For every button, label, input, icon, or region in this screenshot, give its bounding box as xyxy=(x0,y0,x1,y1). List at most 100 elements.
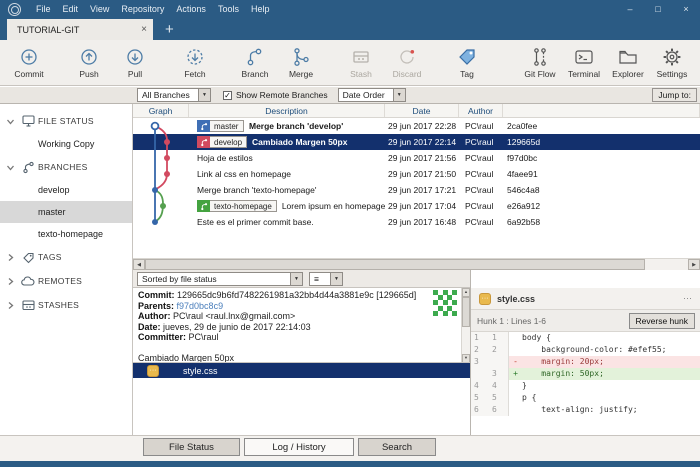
commit-row[interactable]: texto-homepageLorem ipsum en homepage29 … xyxy=(133,198,700,214)
reverse-hunk-button[interactable]: Reverse hunk xyxy=(629,313,695,329)
jump-to-button[interactable]: Jump to: xyxy=(652,88,697,102)
commit-info-scrollbar[interactable]: ▲ ▼ xyxy=(461,288,470,363)
diff-line: 55p { xyxy=(471,392,700,404)
stash-label: Stash xyxy=(350,69,372,79)
commit-row[interactable]: developCambiado Margen 50px29 jun 2017 2… xyxy=(133,134,700,150)
commit-button[interactable]: Commit xyxy=(6,46,52,79)
parents-label: Parents: xyxy=(138,301,174,311)
chevron-down-icon[interactable] xyxy=(6,163,20,172)
column-header-date[interactable]: Date xyxy=(385,104,459,117)
commit-message-text: Este es el primer commit base. xyxy=(197,217,314,227)
settings-button[interactable]: Settings xyxy=(650,46,694,79)
commit-row[interactable]: Este es el primer commit base.29 jun 201… xyxy=(133,214,700,230)
menu-view[interactable]: View xyxy=(84,4,115,14)
commit-row[interactable]: masterMerge branch 'develop'29 jun 2017 … xyxy=(133,118,700,134)
tab-file-status[interactable]: File Status xyxy=(143,438,240,456)
menu-file[interactable]: File xyxy=(30,4,57,14)
main-toolbar: CommitPushPullFetchBranchMergeStashDisca… xyxy=(0,40,700,86)
menu-tools[interactable]: Tools xyxy=(212,4,245,14)
menu-edit[interactable]: Edit xyxy=(57,4,85,14)
fetch-label: Fetch xyxy=(184,69,205,79)
branch-icon xyxy=(244,46,266,68)
git-flow-button[interactable]: Git Flow xyxy=(518,46,562,79)
diff-code: text-align: justify; xyxy=(522,404,638,416)
diff-marker: - xyxy=(509,356,522,368)
menu-actions[interactable]: Actions xyxy=(170,4,212,14)
diff-line: 3- margin: 20px; xyxy=(471,356,700,368)
tab-log-history[interactable]: Log / History xyxy=(244,438,354,456)
sidebar-section-tags[interactable]: TAGS xyxy=(0,245,132,269)
sidebar-section-file-status[interactable]: FILE STATUS xyxy=(0,109,132,133)
menu-help[interactable]: Help xyxy=(245,4,276,14)
commit-row[interactable]: Link al css en homepage 29 jun 2017 21:50… xyxy=(133,166,700,182)
chevron-right-icon[interactable] xyxy=(6,253,20,262)
settings-icon xyxy=(661,46,683,68)
column-header-hash[interactable] xyxy=(503,104,700,117)
scrollbar-thumb[interactable] xyxy=(462,297,470,327)
commit-author: PC\raul xyxy=(459,201,503,211)
date-value: jueves, 29 de junio de 2017 22:14:03 xyxy=(163,322,311,332)
fetch-button[interactable]: Fetch xyxy=(172,46,218,79)
merge-button[interactable]: Merge xyxy=(278,46,324,79)
commit-message-text: Link al css en homepage xyxy=(197,169,291,179)
explorer-button[interactable]: Explorer xyxy=(606,46,650,79)
terminal-button[interactable]: Terminal xyxy=(562,46,606,79)
scrollbar-thumb[interactable] xyxy=(145,259,645,270)
order-filter-select[interactable]: Date Order ▼ xyxy=(338,88,406,102)
branch-button[interactable]: Branch xyxy=(232,46,278,79)
chevron-right-icon[interactable] xyxy=(6,277,20,286)
file-row[interactable]: ··· style.css xyxy=(133,363,470,378)
chevron-right-icon[interactable] xyxy=(6,301,20,310)
sidebar-section-remotes[interactable]: REMOTES xyxy=(0,269,132,293)
sidebar-item-working-copy[interactable]: Working Copy xyxy=(0,133,132,155)
sidebar-section-stashes[interactable]: STASHES xyxy=(0,293,132,317)
repo-tab[interactable]: TUTORIAL-GIT × xyxy=(7,19,153,40)
minimize-button[interactable]: – xyxy=(616,4,644,14)
commit-info-panel: Commit: 129665dc9b6fd7482261981a32bb4d44… xyxy=(133,288,470,363)
branch-filter-select[interactable]: All Branches ▼ xyxy=(137,88,211,102)
commit-date: 29 jun 2017 22:28 xyxy=(385,121,459,131)
push-button[interactable]: Push xyxy=(66,46,112,79)
sort-select[interactable]: Sorted by file status ▼ xyxy=(137,272,303,286)
maximize-button[interactable]: □ xyxy=(644,4,672,14)
tag-button[interactable]: Tag xyxy=(444,46,490,79)
repo-tab-title: TUTORIAL-GIT xyxy=(17,25,79,35)
scroll-right-icon[interactable]: ▶ xyxy=(688,259,700,270)
column-header-description[interactable]: Description xyxy=(189,104,385,117)
commit-row[interactable]: Merge branch 'texto-homepage'29 jun 2017… xyxy=(133,182,700,198)
changed-files-list: ··· style.css xyxy=(133,363,470,435)
column-header-graph[interactable]: Graph xyxy=(133,104,189,117)
menu-repository[interactable]: Repository xyxy=(115,4,170,14)
commit-hash-full: 129665dc9b6fd7482261981a32bb4d44a3881e9c… xyxy=(177,290,416,300)
sidebar-item-develop[interactable]: develop xyxy=(0,179,132,201)
file-menu-icon[interactable]: ⋯ xyxy=(683,293,692,304)
scroll-down-icon[interactable]: ▼ xyxy=(462,354,470,363)
sidebar-section-branches[interactable]: BRANCHES xyxy=(0,155,132,179)
pull-button[interactable]: Pull xyxy=(112,46,158,79)
column-header-author[interactable]: Author xyxy=(459,104,503,117)
modified-file-icon: ··· xyxy=(147,364,159,377)
tab-close-icon[interactable]: × xyxy=(141,24,147,35)
log-horizontal-scrollbar[interactable]: ◀ ▶ xyxy=(133,258,700,270)
new-tab-button[interactable]: + xyxy=(165,20,174,40)
committer-value: PC\raul xyxy=(189,332,219,342)
scroll-up-icon[interactable]: ▲ xyxy=(462,288,470,297)
log-column-headers[interactable]: GraphDescriptionDateAuthor xyxy=(133,104,700,118)
view-mode-select[interactable]: ≡ ▼ xyxy=(309,272,343,286)
new-line-number: 3 xyxy=(487,368,509,380)
commit-label: Commit: xyxy=(138,290,175,300)
chevron-down-icon[interactable] xyxy=(6,117,20,126)
show-remote-checkbox[interactable]: ✓ xyxy=(223,91,232,100)
tab-search[interactable]: Search xyxy=(358,438,436,456)
sidebar-item-texto-homepage[interactable]: texto-homepage xyxy=(0,223,132,245)
parent-hash-link[interactable]: f97d0bc8c9 xyxy=(177,301,224,311)
close-button[interactable]: × xyxy=(672,4,700,14)
sidebar-item-master[interactable]: master xyxy=(0,201,132,223)
merge-label: Merge xyxy=(289,69,313,79)
diff-marker xyxy=(509,392,522,404)
commit-date: 29 jun 2017 21:50 xyxy=(385,169,459,179)
commit-row[interactable]: Hoja de estilos29 jun 2017 21:56PC\raulf… xyxy=(133,150,700,166)
scroll-left-icon[interactable]: ◀ xyxy=(133,259,145,270)
diff-code: background-color: #efef55; xyxy=(522,344,667,356)
diff-line: 66 text-align: justify; xyxy=(471,404,700,416)
